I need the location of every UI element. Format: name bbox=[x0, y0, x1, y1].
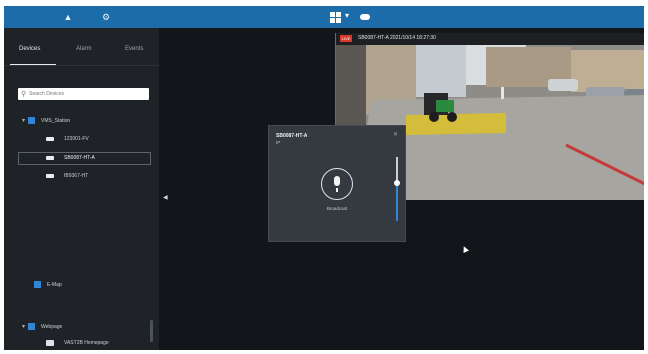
tree-group-vms-station[interactable]: ▾ VMS_Station bbox=[22, 116, 70, 127]
video-header: LIVE SB0087-HT-A 2021/10/14 18:27:30 bbox=[336, 33, 644, 45]
camera-icon bbox=[46, 136, 54, 141]
live-badge: LIVE bbox=[340, 35, 352, 42]
webpage-label: VAST2B Homepage bbox=[64, 340, 109, 346]
device-label: 123001-FV bbox=[64, 136, 89, 142]
device-item-selected[interactable]: SB0087-HT-A bbox=[46, 153, 95, 164]
home-icon[interactable]: ▲ bbox=[62, 11, 74, 23]
microphone-label: Broadcast bbox=[326, 206, 348, 211]
close-icon[interactable]: ✕ bbox=[393, 131, 398, 138]
volume-slider-handle[interactable] bbox=[394, 180, 400, 186]
collapse-sidebar-icon[interactable]: ◀ bbox=[163, 194, 168, 201]
cloud-icon[interactable] bbox=[360, 14, 370, 20]
device-item[interactable]: IB9367-HT bbox=[46, 171, 88, 182]
ptz-camera-icon bbox=[46, 155, 54, 160]
search-input[interactable] bbox=[29, 89, 145, 99]
video-title: SB0087-HT-A 2021/10/14 18:27:30 bbox=[358, 35, 436, 41]
device-label: SB0087-HT-A bbox=[64, 155, 95, 161]
tab-alarm[interactable]: Alarm bbox=[76, 46, 92, 52]
layout-grid-icon[interactable] bbox=[330, 12, 341, 23]
talk-popup: SB0087-HT-A IP ✕ Broadcast bbox=[268, 125, 406, 242]
device-label: IB9367-HT bbox=[64, 173, 89, 179]
tabs-divider bbox=[4, 65, 159, 66]
volume-slider-fill bbox=[396, 182, 398, 221]
chevron-down-icon[interactable]: ▾ bbox=[345, 11, 349, 20]
webpage-item[interactable]: VAST2B Homepage bbox=[46, 338, 109, 349]
microphone-button[interactable] bbox=[321, 168, 353, 200]
sidebar: Devices Alarm Events ⚲ ▾VMS_Station 1230… bbox=[4, 28, 159, 350]
popup-device-sub: IP bbox=[276, 140, 281, 145]
sidebar-scrollbar[interactable] bbox=[150, 320, 153, 342]
tree-group-emap[interactable]: E-Map bbox=[34, 280, 62, 291]
top-toolbar: ▲ ⚙ ▾ bbox=[4, 6, 644, 28]
group-label: E-Map bbox=[47, 282, 62, 288]
browser-icon bbox=[46, 339, 54, 346]
tab-events[interactable]: Events bbox=[125, 46, 143, 52]
webpage-icon bbox=[28, 323, 35, 331]
group-label: Webpage bbox=[41, 324, 63, 330]
device-item[interactable]: 123001-FV bbox=[46, 134, 89, 145]
tree-group-webpage[interactable]: ▾ Webpage bbox=[22, 322, 62, 333]
microphone-icon bbox=[334, 176, 340, 186]
bullet-camera-icon bbox=[46, 173, 54, 178]
map-icon bbox=[34, 281, 41, 289]
checkbox-icon[interactable] bbox=[28, 117, 35, 125]
app-window: ▲ ⚙ ▾ Devices Alarm Events ⚲ ▾VMS_Statio… bbox=[4, 6, 644, 350]
search-icon: ⚲ bbox=[21, 91, 27, 98]
group-label: VMS_Station bbox=[41, 118, 71, 124]
search-box: ⚲ bbox=[18, 88, 149, 100]
gear-icon[interactable]: ⚙ bbox=[100, 11, 112, 23]
popup-device-name: SB0087-HT-A bbox=[276, 133, 308, 139]
sidebar-tabs: Devices Alarm Events bbox=[4, 42, 159, 65]
tab-devices[interactable]: Devices bbox=[19, 46, 40, 52]
